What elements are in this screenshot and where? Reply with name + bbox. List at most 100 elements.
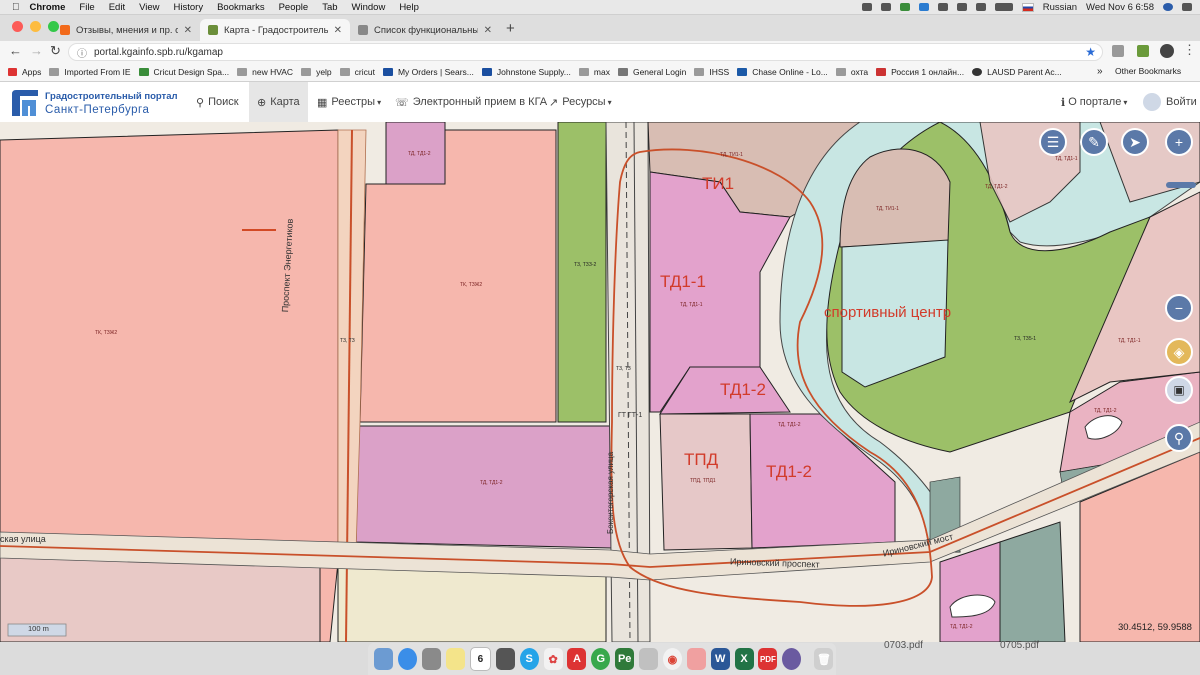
publisher-icon[interactable]: Pe — [615, 648, 635, 670]
tab-map[interactable]: Карта - Градостроительный п ✕ — [200, 19, 350, 41]
menu-view[interactable]: View — [139, 2, 159, 13]
nav-registries[interactable]: ▦ Реестры ▾ — [317, 82, 381, 122]
bookmark-cricut-design[interactable]: Cricut Design Spa... — [138, 67, 229, 77]
map-canvas[interactable] — [0, 122, 1200, 642]
apple-icon[interactable]:  — [12, 2, 20, 13]
desktop-file[interactable]: 0705.pdf — [1000, 640, 1039, 651]
menu-tab[interactable]: Tab — [322, 2, 337, 13]
bookmark-cricut[interactable]: cricut — [339, 67, 375, 77]
tab-reviews[interactable]: Отзывы, мнения и пр. о ЖК « ✕ — [52, 19, 200, 41]
menu-people[interactable]: People — [279, 2, 309, 13]
bluetooth-icon[interactable] — [956, 3, 967, 11]
tab-close-icon[interactable]: ✕ — [184, 25, 192, 36]
user-icon[interactable] — [1163, 3, 1173, 11]
skype-icon[interactable]: S — [519, 648, 539, 670]
finder-icon[interactable] — [374, 648, 394, 670]
input-language[interactable]: Russian — [1043, 2, 1077, 13]
bookmark-imported[interactable]: Imported From IE — [49, 67, 131, 77]
measure-tools-button[interactable]: ✎ — [1080, 128, 1108, 156]
bookmark-max[interactable]: max — [578, 67, 610, 77]
nav-search[interactable]: ⚲ Поиск — [196, 82, 239, 122]
extension-icon[interactable] — [1137, 45, 1149, 57]
system-preferences-icon[interactable] — [495, 648, 515, 670]
basemap-layers-button[interactable]: ◈ — [1165, 338, 1193, 366]
battery-icon[interactable] — [994, 3, 1013, 11]
preview-icon[interactable] — [639, 648, 659, 670]
nav-about[interactable]: ℹО портале ▾ — [1061, 82, 1127, 122]
zoom-out-button[interactable]: − — [1165, 294, 1193, 322]
nav-map[interactable]: ⊕ Карта — [249, 82, 308, 122]
address-bar[interactable]: ⓘ portal.kgainfo.spb.ru/kgamap ★ — [68, 43, 1103, 61]
new-tab-button[interactable]: + — [506, 20, 515, 37]
bookmarks-overflow-icon[interactable]: » — [1097, 66, 1103, 77]
cloud-icon[interactable] — [880, 3, 891, 11]
portal-logo-icon[interactable] — [8, 86, 42, 118]
close-window-icon[interactable] — [12, 21, 23, 32]
menu-list-icon[interactable] — [1182, 3, 1192, 11]
tor-icon[interactable] — [782, 648, 802, 670]
bookmark-russia1[interactable]: Россия 1 онлайн... — [876, 67, 964, 77]
info-icon[interactable]: ⓘ — [77, 45, 87, 60]
evernote-icon[interactable] — [899, 3, 910, 11]
calendar-icon[interactable]: 6 — [469, 647, 491, 671]
app-status-icon[interactable] — [918, 3, 929, 11]
bookmark-sears[interactable]: My Orders | Sears... — [382, 67, 474, 77]
bookmark-ihss[interactable]: IHSS — [694, 67, 729, 77]
app-icon[interactable] — [686, 648, 706, 670]
nav-login[interactable]: Войти — [1143, 82, 1197, 122]
menu-window[interactable]: Window — [352, 2, 386, 13]
bookmark-yelp[interactable]: yelp — [301, 67, 332, 77]
menu-file[interactable]: File — [79, 2, 94, 13]
layers-list-button[interactable]: ☰ — [1039, 128, 1067, 156]
reload-icon[interactable]: ↻ — [50, 43, 61, 59]
desktop-file[interactable]: 0703.pdf — [884, 640, 923, 651]
back-icon[interactable]: ← — [9, 43, 22, 58]
grammarly-icon[interactable]: G — [591, 648, 611, 670]
excel-icon[interactable]: X — [734, 648, 754, 670]
menu-chrome[interactable]: Chrome — [30, 2, 66, 13]
overview-map-button[interactable]: ▣ — [1165, 376, 1193, 404]
trash-icon[interactable]: 🗑 — [814, 648, 834, 670]
chrome-icon[interactable]: ◉ — [662, 648, 682, 670]
profile-avatar[interactable] — [1160, 44, 1174, 58]
nav-e-reception[interactable]: ☏ Электронный прием в КГА — [395, 82, 547, 122]
zoning-map[interactable]: ТК, ТЗЖ2 ТК, ТЗЖ2 ТД, ТД1-2 ТЗ, ТЗ ТЗ, Т… — [0, 122, 1200, 642]
word-icon[interactable]: W — [710, 648, 730, 670]
other-bookmarks[interactable]: Other Bookmarks — [1115, 66, 1181, 76]
bookmark-okhta[interactable]: охта — [835, 67, 868, 77]
bookmark-johnstone[interactable]: Johnstone Supply... — [481, 67, 571, 77]
forward-icon[interactable]: → — [30, 43, 43, 58]
pdf-icon[interactable]: PDF — [758, 648, 778, 670]
safari-icon[interactable] — [398, 648, 418, 670]
acrobat-icon[interactable]: A — [567, 648, 587, 670]
notes-icon[interactable] — [446, 648, 466, 670]
photos-icon[interactable]: ✿ — [543, 648, 563, 670]
menu-edit[interactable]: Edit — [109, 2, 125, 13]
site-icon — [972, 68, 983, 76]
minimize-window-icon[interactable] — [30, 21, 41, 32]
bookmark-chase[interactable]: Chase Online - Lo... — [737, 67, 828, 77]
bookmark-new-hvac[interactable]: new HVAC — [237, 67, 293, 77]
navigate-button[interactable]: ➤ — [1121, 128, 1149, 156]
menu-history[interactable]: History — [174, 2, 204, 13]
timemachine-icon[interactable] — [937, 3, 948, 11]
clock[interactable]: Wed Nov 6 6:58 — [1086, 2, 1154, 13]
zoom-in-button[interactable]: + — [1165, 128, 1193, 156]
tab-close-icon[interactable]: ✕ — [484, 25, 492, 36]
zoom-slider-handle[interactable] — [1166, 182, 1196, 188]
bookmark-apps[interactable]: Apps — [8, 67, 41, 77]
menu-help[interactable]: Help — [399, 2, 419, 13]
drive-extension-icon[interactable] — [1112, 45, 1124, 57]
wifi-icon[interactable] — [975, 3, 986, 11]
dropbox-icon[interactable] — [861, 3, 872, 11]
tab-zones-list[interactable]: Список функциональных зон ✕ — [350, 19, 500, 41]
launchpad-icon[interactable] — [422, 648, 442, 670]
bookmark-star-icon[interactable]: ★ — [1085, 45, 1096, 59]
map-search-button[interactable]: ⚲ — [1165, 424, 1193, 452]
chrome-menu-icon[interactable]: ⋮ — [1183, 42, 1196, 58]
bookmark-general-login[interactable]: General Login — [617, 67, 686, 77]
tab-close-icon[interactable]: ✕ — [334, 25, 342, 36]
nav-resources[interactable]: ↗ Ресурсы ▾ — [549, 82, 612, 122]
menu-bookmarks[interactable]: Bookmarks — [217, 2, 265, 13]
bookmark-lausd[interactable]: LAUSD Parent Ac... — [972, 67, 1062, 77]
